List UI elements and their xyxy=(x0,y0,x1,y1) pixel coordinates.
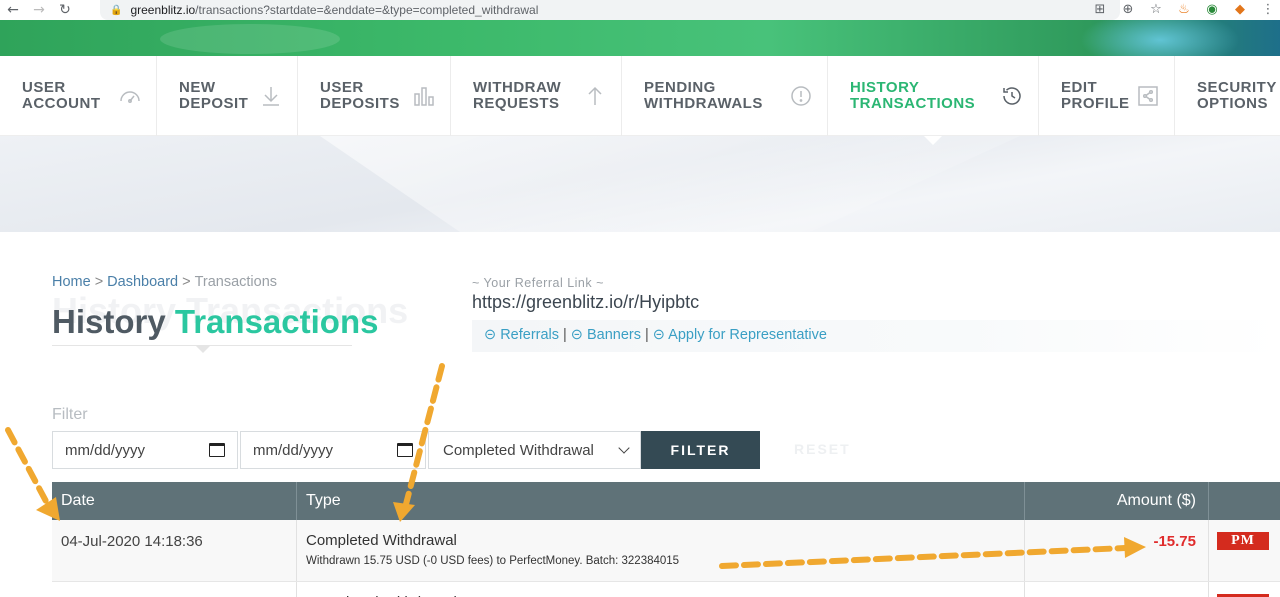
translate-icon[interactable]: ⊞ xyxy=(1092,2,1108,18)
referral-links: ⊝ Referrals | ⊝ Banners | ⊝ Apply for Repres… xyxy=(484,327,827,343)
calendar-icon[interactable] xyxy=(397,443,413,457)
start-date-input[interactable]: mm/dd/yyyy xyxy=(52,431,238,469)
row-detail: Withdrawn 15.75 USD (-0 USD fees) to Per… xyxy=(306,555,680,567)
table-row: 04-Jul-2020 14:18:36 Completed Withdrawa… xyxy=(52,520,1280,582)
alert-circle-icon xyxy=(791,86,811,106)
back-arrow-icon[interactable]: ← xyxy=(0,2,26,18)
browser-extension-icons: ⊞ ⊕ ☆ ♨ ◉ ◆ ⋮ xyxy=(1092,0,1280,20)
calendar-icon[interactable] xyxy=(209,443,225,457)
page-title: History Transactions xyxy=(52,303,379,340)
speedometer-icon xyxy=(120,91,140,103)
chevron-down-icon xyxy=(618,442,630,454)
download-arrow-icon xyxy=(263,87,279,106)
breadcrumb-home[interactable]: Home xyxy=(52,274,91,290)
nav-withdraw-requests[interactable]: WITHDRAW REQUESTS xyxy=(451,56,622,136)
main-nav: USER ACCOUNT NEW DEPOSIT USER DEPOSITS WITH… xyxy=(0,56,1280,145)
column-header-amount: Amount ($) xyxy=(1025,482,1209,520)
nav-pending-withdrawals[interactable]: PENDING WITHDRAWALS xyxy=(622,56,828,136)
referrals-link[interactable]: ⊝ Referrals xyxy=(484,327,559,343)
breadcrumb-dashboard[interactable]: Dashboard xyxy=(107,274,178,290)
row-date: 03-Jul-2020 13:32:50 xyxy=(52,582,297,597)
bar-chart-icon xyxy=(414,87,434,106)
history-clock-icon xyxy=(1003,87,1021,105)
upload-arrow-icon xyxy=(588,86,602,105)
transactions-table-header: Date Type Amount ($) xyxy=(52,482,1280,520)
column-header-date: Date xyxy=(52,482,297,520)
row-date: 04-Jul-2020 14:18:36 xyxy=(52,520,297,581)
globe-extension-icon[interactable]: ◉ xyxy=(1204,2,1220,18)
breadcrumb-current: Transactions xyxy=(194,274,278,290)
url-text: greenblitz.io/transactions?startdate=&en… xyxy=(130,3,539,17)
transaction-type-select[interactable]: Completed Withdrawal xyxy=(428,431,641,469)
nav-security-options[interactable]: SECURITY OPTIONS xyxy=(1175,56,1280,136)
annotation-arrow-date xyxy=(5,427,51,508)
end-date-input[interactable]: mm/dd/yyyy xyxy=(240,431,426,469)
row-amount: -11.2 xyxy=(1025,582,1209,597)
active-nav-caret xyxy=(924,136,942,145)
star-icon[interactable]: ☆ xyxy=(1148,2,1164,18)
referral-link: https://greenblitz.io/r/Hyipbtc xyxy=(472,292,700,312)
header-banner xyxy=(0,20,1280,56)
nav-edit-profile[interactable]: EDIT PROFILE xyxy=(1039,56,1175,136)
fire-extension-icon[interactable]: ♨ xyxy=(1176,2,1192,18)
banners-link[interactable]: ⊝ Banners xyxy=(571,327,641,343)
apply-representative-link[interactable]: ⊝ Apply for Representative xyxy=(653,327,827,343)
nav-user-deposits[interactable]: USER DEPOSITS xyxy=(298,56,451,136)
reset-button[interactable]: RESET xyxy=(794,441,851,457)
nav-history-transactions[interactable]: HISTORY TRANSACTIONS xyxy=(828,56,1039,145)
hero-banner xyxy=(0,136,1280,232)
browser-toolbar: ← → ↻ 🔒 greenblitz.io/transactions?start… xyxy=(0,0,1280,20)
filter-label: Filter xyxy=(52,406,88,423)
share-icon xyxy=(1138,86,1158,106)
more-icon[interactable]: ⋮ xyxy=(1260,2,1276,18)
zoom-icon[interactable]: ⊕ xyxy=(1120,2,1136,18)
row-type: Completed Withdrawal xyxy=(306,532,457,549)
lock-icon: 🔒 xyxy=(110,4,123,16)
breadcrumb: Home > Dashboard > Transactions xyxy=(52,274,278,290)
fox-extension-icon[interactable]: ◆ xyxy=(1232,2,1248,18)
nav-user-account[interactable]: USER ACCOUNT xyxy=(0,56,157,136)
referral-label: ~ Your Referral Link ~ xyxy=(472,276,604,290)
reload-icon[interactable]: ↻ xyxy=(52,2,78,18)
forward-arrow-icon[interactable]: → xyxy=(26,2,52,18)
nav-new-deposit[interactable]: NEW DEPOSIT xyxy=(157,56,298,136)
column-header-type: Type xyxy=(297,482,1025,520)
address-bar[interactable]: 🔒 greenblitz.io/transactions?startdate=&… xyxy=(100,0,1120,20)
table-row: 03-Jul-2020 13:32:50 Completed Withdrawa… xyxy=(52,582,1280,597)
filter-button[interactable]: FILTER xyxy=(641,431,760,469)
perfectmoney-logo: PM xyxy=(1217,532,1269,550)
row-amount: -15.75 xyxy=(1025,520,1209,581)
